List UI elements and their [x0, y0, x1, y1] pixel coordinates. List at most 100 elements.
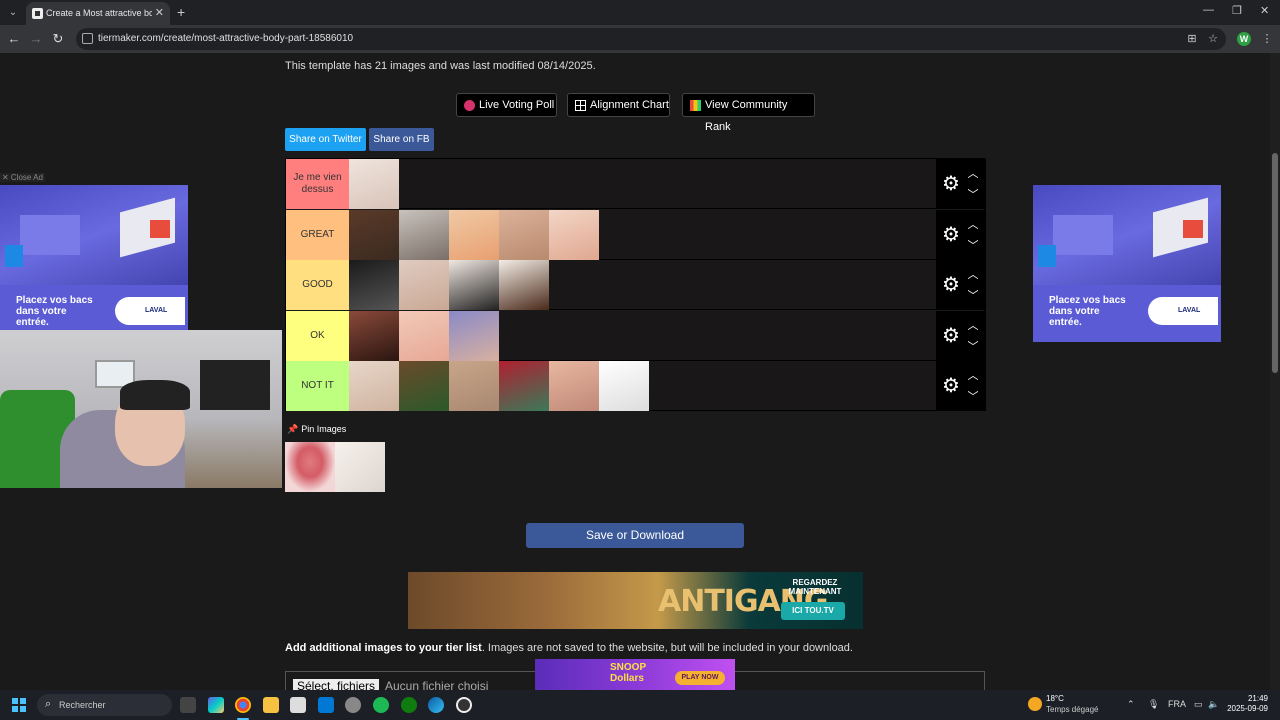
move-down-icon[interactable]: ﹀ [966, 287, 980, 303]
move-down-icon[interactable]: ﹀ [966, 186, 980, 202]
tier-image[interactable] [449, 260, 499, 310]
forward-icon[interactable]: → [28, 31, 44, 46]
tier-label[interactable]: NOT IT [286, 361, 349, 411]
tier-image[interactable] [549, 209, 599, 260]
microphone-icon[interactable]: 🎙 [1148, 699, 1159, 710]
live-voting-poll-button[interactable]: Live Voting Poll [456, 93, 557, 117]
copilot-icon[interactable] [208, 697, 224, 713]
tier-image[interactable] [349, 209, 399, 260]
tier-image[interactable] [399, 310, 449, 361]
pinned-image[interactable] [285, 442, 335, 492]
tier-image[interactable] [449, 209, 499, 260]
taskbar-search[interactable]: ⌕ Rechercher [37, 694, 172, 716]
tier-row: Je me vien dessus ⚙ ︿ ﹀ [286, 159, 986, 209]
bookmark-star-icon[interactable]: ☆ [1206, 32, 1220, 46]
tier-image[interactable] [599, 361, 649, 411]
close-tab-icon[interactable]: ✕ [155, 6, 164, 19]
gear-icon[interactable]: ⚙ [940, 274, 962, 296]
language-indicator[interactable]: FRA [1168, 699, 1186, 709]
record-dot-icon [464, 100, 475, 111]
move-down-icon[interactable]: ﹀ [966, 338, 980, 354]
move-up-icon[interactable]: ︿ [966, 367, 980, 383]
weather-icon[interactable] [1028, 697, 1042, 711]
save-download-button[interactable]: Save or Download [526, 523, 744, 548]
edge-icon[interactable] [428, 697, 444, 713]
tab-search-chevron-icon[interactable]: ⌄ [4, 4, 22, 22]
alignment-chart-button[interactable]: Alignment Chart [567, 93, 670, 117]
search-icon: ⌕ [45, 698, 52, 710]
windows-start-icon[interactable] [12, 698, 26, 712]
share-facebook-button[interactable]: Share on FB [369, 128, 434, 151]
minimize-icon[interactable]: — [1203, 4, 1214, 16]
network-icon[interactable]: ▭ [1194, 699, 1203, 710]
taskbar-clock[interactable]: 21:49 2025-09-09 [1226, 694, 1268, 714]
pin-images-text: Pin Images [301, 424, 347, 434]
tier-image[interactable] [499, 209, 549, 260]
store-icon[interactable] [290, 697, 306, 713]
choose-files-button[interactable]: Sélect. fichiers [293, 679, 380, 690]
maximize-icon[interactable]: ❐ [1232, 4, 1242, 17]
translate-icon[interactable]: ⊞ [1185, 32, 1199, 46]
spotify-icon[interactable] [373, 697, 389, 713]
play-now-button[interactable]: PLAY NOW [675, 671, 725, 685]
profile-avatar[interactable]: W [1237, 32, 1251, 46]
tier-image[interactable] [499, 260, 549, 310]
back-icon[interactable]: ← [6, 31, 22, 46]
pinned-image[interactable] [335, 442, 385, 492]
move-up-icon[interactable]: ︿ [966, 317, 980, 333]
tier-label[interactable]: OK [286, 310, 349, 361]
tier-image[interactable] [349, 361, 399, 411]
close-ad-button[interactable]: ✕ Close Ad [0, 173, 45, 182]
move-up-icon[interactable]: ︿ [966, 266, 980, 282]
reload-icon[interactable]: ↻ [50, 31, 66, 47]
address-bar[interactable]: tiermaker.com/create/most-attractive-bod… [76, 28, 1226, 50]
file-explorer-icon[interactable] [263, 697, 279, 713]
tier-image[interactable] [349, 310, 399, 361]
tier-image[interactable] [449, 361, 499, 411]
volume-icon[interactable]: 🔈 [1208, 699, 1219, 710]
share-twitter-button[interactable]: Share on Twitter [285, 128, 366, 151]
tray-chevron-icon[interactable]: ⌃ [1127, 699, 1135, 710]
tier-image[interactable] [499, 361, 549, 411]
chrome-icon[interactable] [235, 697, 251, 713]
tier-image[interactable] [399, 260, 449, 310]
tier-label[interactable]: Je me vien dessus [286, 159, 349, 209]
tier-image[interactable] [349, 260, 399, 310]
gear-icon[interactable]: ⚙ [940, 325, 962, 347]
move-up-icon[interactable]: ︿ [966, 216, 980, 232]
xbox-icon[interactable] [401, 697, 417, 713]
tier-image[interactable] [449, 310, 499, 361]
new-tab-icon[interactable]: + [177, 4, 185, 20]
menu-kebab-icon[interactable]: ⋮ [1260, 32, 1274, 46]
pin-images-label[interactable]: 📌 Pin Images [287, 424, 346, 435]
tier-label[interactable]: GOOD [286, 260, 349, 310]
move-down-icon[interactable]: ﹀ [966, 388, 980, 404]
tier-row: GOOD ⚙ ︿ ﹀ [286, 260, 986, 310]
gear-icon[interactable]: ⚙ [940, 224, 962, 246]
move-down-icon[interactable]: ﹀ [966, 237, 980, 253]
view-community-rank-button[interactable]: View Community Rank [682, 93, 815, 133]
browser-tab[interactable]: Create a Most attractive body p ✕ [26, 2, 170, 25]
obs-icon[interactable] [456, 697, 472, 713]
tv-screen [200, 360, 270, 410]
outlook-icon[interactable] [318, 697, 334, 713]
url-text[interactable]: tiermaker.com/create/most-attractive-bod… [98, 33, 353, 44]
settings-icon[interactable] [345, 697, 361, 713]
site-info-icon[interactable] [82, 33, 93, 44]
tier-image[interactable] [399, 361, 449, 411]
left-side-ad[interactable]: Placez vos bacs dans votre entrée. LAVAL [0, 185, 188, 342]
tier-label[interactable]: GREAT [286, 209, 349, 260]
gear-icon[interactable]: ⚙ [940, 173, 962, 195]
tier-image[interactable] [399, 209, 449, 260]
right-side-ad[interactable]: Placez vos bacs dans votre entrée. LAVAL [1033, 185, 1221, 342]
antigang-banner-ad[interactable]: ANTIGANG REGARDEZ MAINTENANT ICI TOU.TV [408, 572, 863, 629]
tier-image[interactable] [549, 361, 599, 411]
page-scrollbar[interactable] [1270, 53, 1280, 690]
snoop-game-ad[interactable]: SNOOP Dollars PLAY NOW [535, 659, 735, 690]
tier-image[interactable] [349, 159, 399, 209]
move-up-icon[interactable]: ︿ [966, 165, 980, 181]
scroll-thumb[interactable] [1272, 153, 1278, 373]
task-view-icon[interactable] [180, 697, 196, 713]
close-window-icon[interactable]: ✕ [1260, 4, 1269, 17]
gear-icon[interactable]: ⚙ [940, 375, 962, 397]
